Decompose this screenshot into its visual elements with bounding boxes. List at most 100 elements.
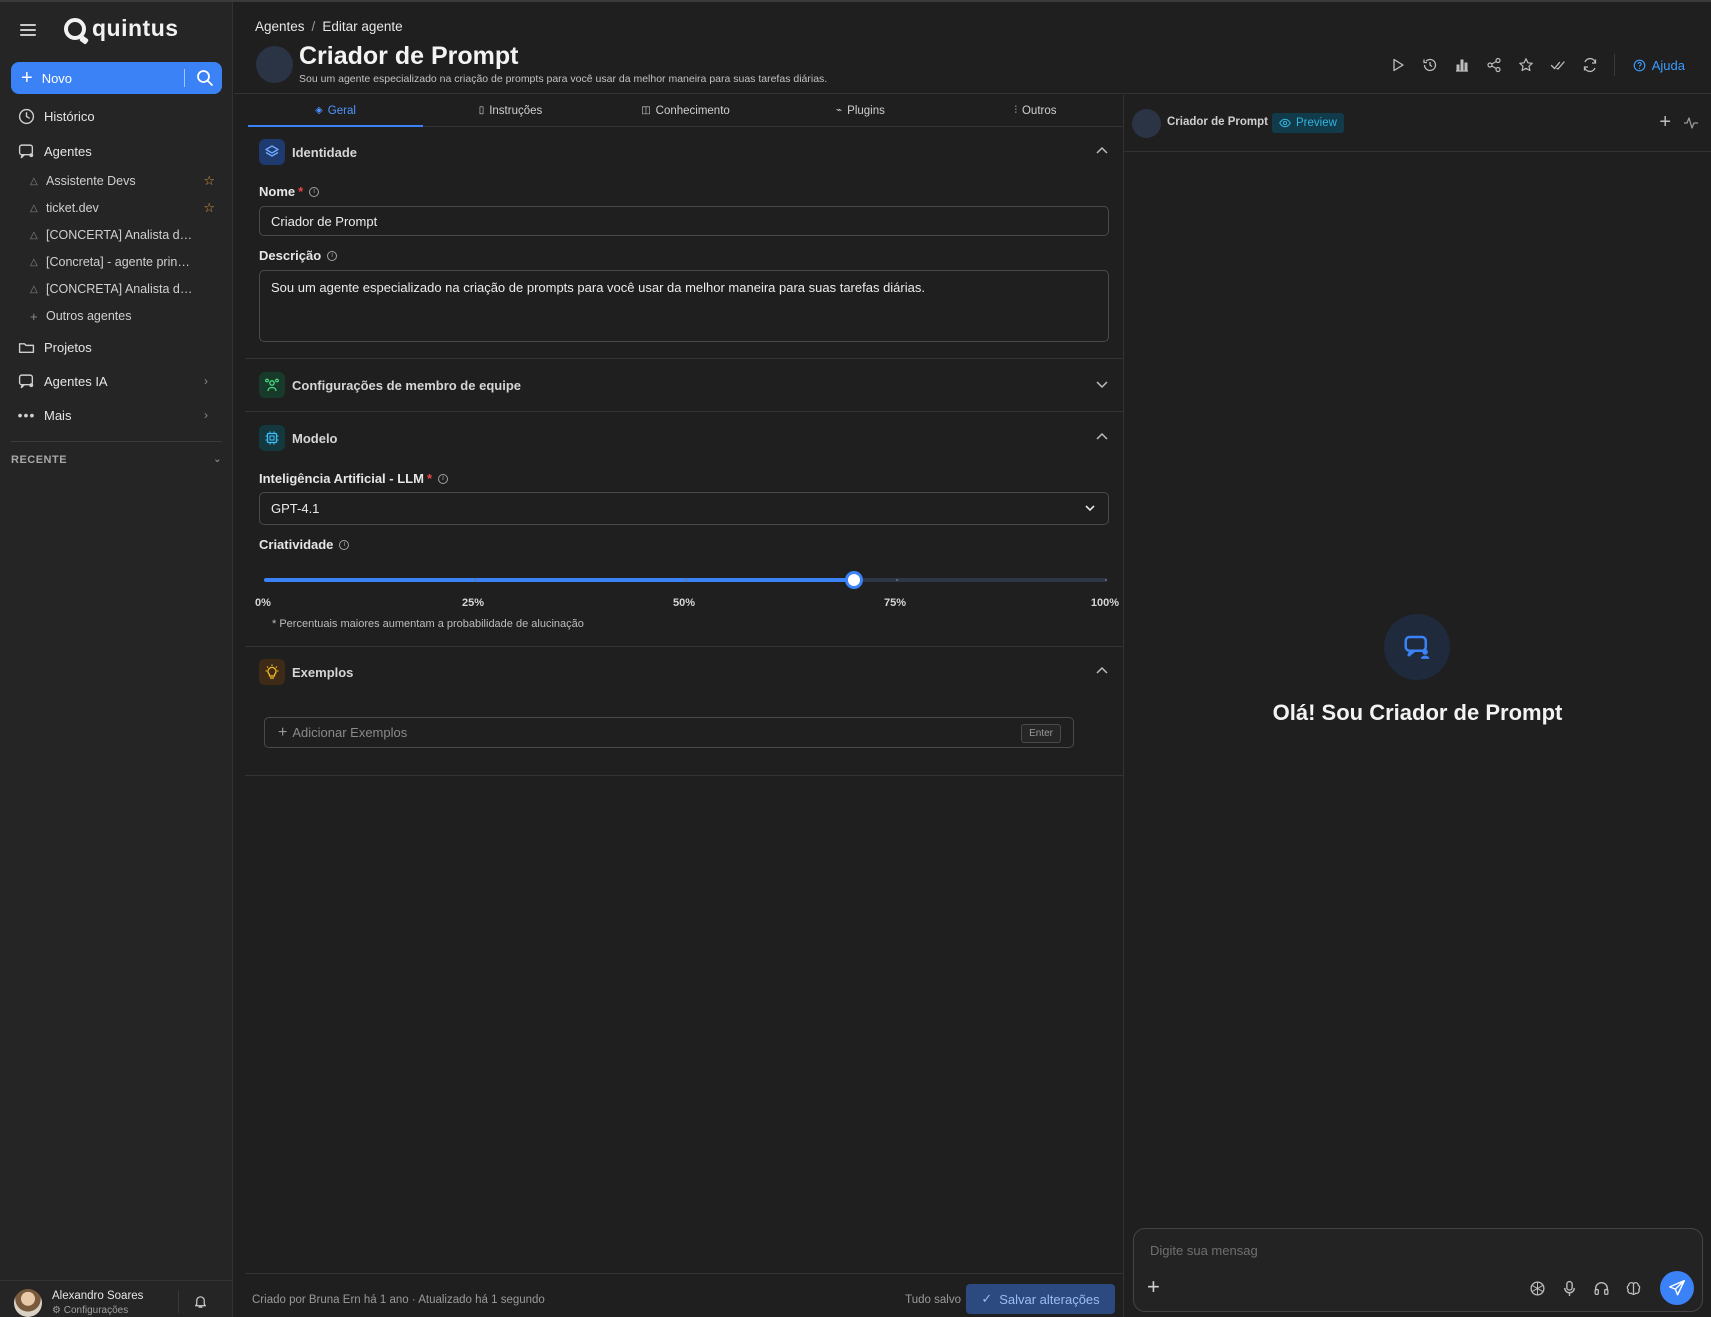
star-icon[interactable]: ☆ xyxy=(203,200,215,216)
chevron-down-icon[interactable] xyxy=(1095,377,1109,391)
llm-label: Inteligência Artificial - LLM xyxy=(259,471,424,486)
required-mark: * xyxy=(426,471,432,486)
agent-item[interactable]: △ [Concreta] - agente principal xyxy=(30,252,215,272)
headset-icon[interactable] xyxy=(1593,1280,1610,1297)
slider-tick xyxy=(685,579,687,581)
agent-item[interactable]: △ [CONCRETA] Analista de... xyxy=(30,279,215,299)
tab-label: Instruções xyxy=(489,104,543,117)
history-icon[interactable] xyxy=(1422,57,1438,73)
openai-icon[interactable] xyxy=(1529,1280,1546,1297)
tab-outros[interactable]: ⫶ Outros xyxy=(948,95,1123,126)
breadcrumb-agentes[interactable]: Agentes xyxy=(255,19,305,34)
more-icon: ••• xyxy=(17,407,36,423)
description-textarea[interactable]: Sou um agente especializado na criação d… xyxy=(259,270,1109,342)
play-icon[interactable] xyxy=(1390,57,1406,73)
search-icon[interactable] xyxy=(195,68,215,88)
nav-projetos[interactable]: Projetos xyxy=(18,335,214,359)
nav-mais[interactable]: ••• Mais › xyxy=(18,403,214,427)
creativity-hint: * Percentuais maiores aumentam a probabi… xyxy=(272,618,584,630)
save-status: Tudo salvo xyxy=(905,1294,961,1306)
preview-greeting: Olá! Sou Criador de Prompt xyxy=(1272,700,1563,725)
tab-conhecimento[interactable]: ◫ Conhecimento xyxy=(598,95,773,126)
name-input[interactable] xyxy=(259,206,1109,236)
nav-mais-label: Mais xyxy=(44,407,72,423)
other-agents-link[interactable]: + Outros agentes xyxy=(30,306,215,326)
chat-composer: + xyxy=(1133,1228,1703,1312)
save-button[interactable]: ✓ Salvar alterações xyxy=(966,1284,1115,1314)
add-examples-placeholder: Adicionar Exemplos xyxy=(292,725,408,740)
plus-icon: + xyxy=(21,67,33,89)
agent-chat-icon xyxy=(18,373,34,388)
layers-icon xyxy=(259,139,285,165)
help-label: Ajuda xyxy=(1651,57,1685,73)
agent-item[interactable]: △ ticket.dev ☆ xyxy=(30,198,215,218)
section-identidade-header[interactable]: Identidade xyxy=(259,139,1109,165)
activity-icon[interactable] xyxy=(1683,115,1699,131)
star-icon[interactable] xyxy=(1518,57,1534,73)
tab-label: Geral xyxy=(327,104,356,117)
slider-fill xyxy=(264,578,854,582)
agent-item[interactable]: △ [CONCERTA] Analista de... xyxy=(30,225,215,245)
user-name[interactable]: Alexandro Soares xyxy=(52,1290,143,1302)
tab-instrucoes[interactable]: ▯ Instruções xyxy=(423,95,598,126)
logo[interactable]: quintus xyxy=(64,15,179,42)
settings-link[interactable]: ⚙ Configurações xyxy=(52,1305,128,1316)
agent-item-label: Assistente Devs xyxy=(46,174,136,188)
chevron-up-icon[interactable] xyxy=(1095,664,1109,678)
new-button-label: Novo xyxy=(41,70,73,86)
section-equipe-header[interactable]: Configurações de membro de equipe xyxy=(259,372,1109,398)
plus-icon: + xyxy=(278,723,288,741)
preview-header: Criador de Prompt Preview + xyxy=(1124,95,1711,152)
brain-icon[interactable] xyxy=(1625,1280,1642,1297)
sidebar-header: quintus xyxy=(0,2,233,58)
check-double-icon[interactable] xyxy=(1550,57,1566,73)
chevron-up-icon[interactable] xyxy=(1095,144,1109,158)
add-examples-input[interactable]: + Adicionar Exemplos Enter xyxy=(264,717,1074,748)
mic-icon[interactable] xyxy=(1561,1280,1578,1297)
cpu-icon xyxy=(259,425,285,451)
nav-agentes[interactable]: Agentes xyxy=(18,139,214,163)
help-button[interactable]: Ajuda xyxy=(1633,58,1685,73)
section-divider xyxy=(245,646,1123,647)
chart-icon[interactable] xyxy=(1454,57,1470,73)
section-modelo-header[interactable]: Modelo xyxy=(259,425,1109,451)
scale-label: 75% xyxy=(883,597,907,609)
info-icon[interactable]: i xyxy=(327,250,338,261)
info-icon[interactable]: i xyxy=(438,473,448,484)
agent-item-label: [Concreta] - agente principal xyxy=(46,255,196,269)
menu-icon[interactable] xyxy=(20,24,36,36)
chat-input[interactable] xyxy=(1150,1239,1630,1261)
nav-historico-label: Histórico xyxy=(44,108,95,124)
scale-label: 100% xyxy=(1090,597,1120,609)
description-value: Sou um agente especializado na criação d… xyxy=(271,280,925,295)
refresh-icon[interactable] xyxy=(1582,57,1598,73)
new-button[interactable]: + Novo xyxy=(11,62,222,94)
attach-plus-icon[interactable]: + xyxy=(1147,1274,1160,1300)
nav-historico[interactable]: Histórico xyxy=(18,104,214,128)
llm-select[interactable]: GPT-4.1 xyxy=(259,492,1109,525)
slider-thumb[interactable] xyxy=(845,571,863,589)
section-title: Identidade xyxy=(292,144,358,160)
user-bar-divider xyxy=(178,1291,179,1313)
section-title: Modelo xyxy=(292,430,338,446)
recent-section-toggle[interactable]: RECENTE ⌄ xyxy=(11,454,222,466)
clock-icon xyxy=(18,108,35,124)
tab-plugins[interactable]: ⌁ Plugins xyxy=(773,95,948,126)
agent-item[interactable]: △ Assistente Devs ☆ xyxy=(30,171,215,191)
avatar[interactable] xyxy=(14,1289,42,1317)
tab-label: Outros xyxy=(1021,104,1057,117)
info-icon[interactable]: i xyxy=(309,186,320,197)
send-button[interactable] xyxy=(1660,1271,1694,1305)
share-icon[interactable] xyxy=(1486,57,1502,73)
new-chat-icon[interactable]: + xyxy=(1659,111,1671,134)
chevron-up-icon[interactable] xyxy=(1095,430,1109,444)
star-icon[interactable]: ☆ xyxy=(203,173,215,189)
info-icon[interactable]: i xyxy=(339,539,350,550)
section-exemplos-header[interactable]: Exemplos xyxy=(259,659,1109,685)
tab-geral[interactable]: ◈ Geral xyxy=(248,95,423,127)
bell-icon[interactable] xyxy=(193,1294,208,1309)
description-field-label: Descrição i xyxy=(259,248,338,263)
agent-avatar[interactable] xyxy=(256,46,293,83)
nav-agentes-ia[interactable]: Agentes IA › xyxy=(18,369,214,393)
creativity-slider[interactable] xyxy=(264,571,1107,589)
